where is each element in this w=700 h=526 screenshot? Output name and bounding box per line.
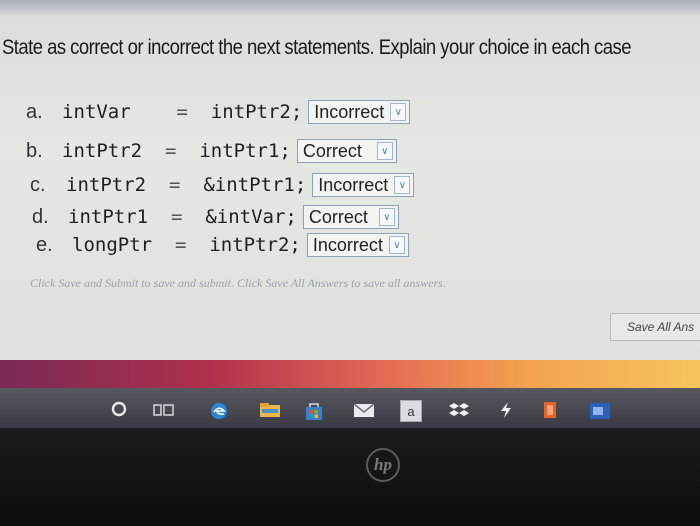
statement-b: b. intPtr2 = intPtr1; Correct ∨ <box>26 136 397 166</box>
chevron-down-icon: ∨ <box>394 176 411 194</box>
statement-code: intPtr2 = &intPtr1; <box>66 174 307 196</box>
mail-icon[interactable] <box>352 400 376 420</box>
statement-code: intVar = intPtr2; <box>62 101 303 123</box>
statement-c: c. intPtr2 = &intPtr1; Incorrect ∨ <box>30 170 415 200</box>
answer-dropdown-a[interactable]: Incorrect ∨ <box>308 100 411 124</box>
statement-e: e. longPtr = intPtr2; Incorrect ∨ <box>36 230 409 260</box>
task-view-icon[interactable] <box>152 400 176 420</box>
statement-code: longPtr = intPtr2; <box>72 234 301 256</box>
answer-value: Incorrect <box>318 174 389 195</box>
office-icon[interactable] <box>540 400 560 420</box>
amazon-icon[interactable]: a <box>400 400 422 422</box>
cortana-icon[interactable] <box>110 400 128 418</box>
question-title: State as correct or incorrect the next s… <box>2 36 632 59</box>
answer-dropdown-c[interactable]: Incorrect ∨ <box>312 173 415 197</box>
browser-content: State as correct or incorrect the next s… <box>0 0 700 365</box>
word-icon[interactable] <box>588 400 612 422</box>
answer-dropdown-b[interactable]: Correct ∨ <box>296 139 397 163</box>
statement-letter: e. <box>36 233 53 256</box>
answer-value: Correct <box>308 206 368 227</box>
hp-logo: hp <box>366 448 400 482</box>
statement-d: d. intPtr1 = &intVar; Correct ∨ <box>32 202 399 232</box>
edge-icon[interactable] <box>208 400 230 422</box>
answer-value: Incorrect <box>312 234 383 255</box>
statement-letter: d. <box>32 205 49 228</box>
answer-dropdown-e[interactable]: Incorrect ∨ <box>306 233 409 257</box>
browser-top-edge <box>0 0 700 14</box>
save-all-answers-button[interactable]: Save All Ans <box>610 313 700 341</box>
submit-instructions: Click Save and Submit to save and submit… <box>30 276 446 290</box>
chevron-down-icon: ∨ <box>388 236 405 254</box>
chevron-down-icon: ∨ <box>390 103 407 121</box>
statement-code: intPtr1 = &intVar; <box>68 206 297 228</box>
bolt-app-icon[interactable] <box>496 400 516 420</box>
answer-value: Incorrect <box>314 101 385 122</box>
answer-value: Correct <box>302 140 362 161</box>
dropbox-icon[interactable] <box>448 400 470 420</box>
statement-letter: c. <box>30 173 46 196</box>
statement-letter: b. <box>26 139 43 162</box>
chevron-down-icon: ∨ <box>378 208 395 226</box>
statement-a: a. intVar = intPtr2; Incorrect ∨ <box>26 97 411 127</box>
statement-code: intPtr2 = intPtr1; <box>62 140 291 162</box>
file-explorer-icon[interactable] <box>258 400 282 420</box>
statement-letter: a. <box>26 100 43 123</box>
answer-dropdown-d[interactable]: Correct ∨ <box>302 205 399 229</box>
chevron-down-icon: ∨ <box>376 142 393 160</box>
laptop-bezel <box>0 428 700 526</box>
store-icon[interactable] <box>302 400 326 422</box>
